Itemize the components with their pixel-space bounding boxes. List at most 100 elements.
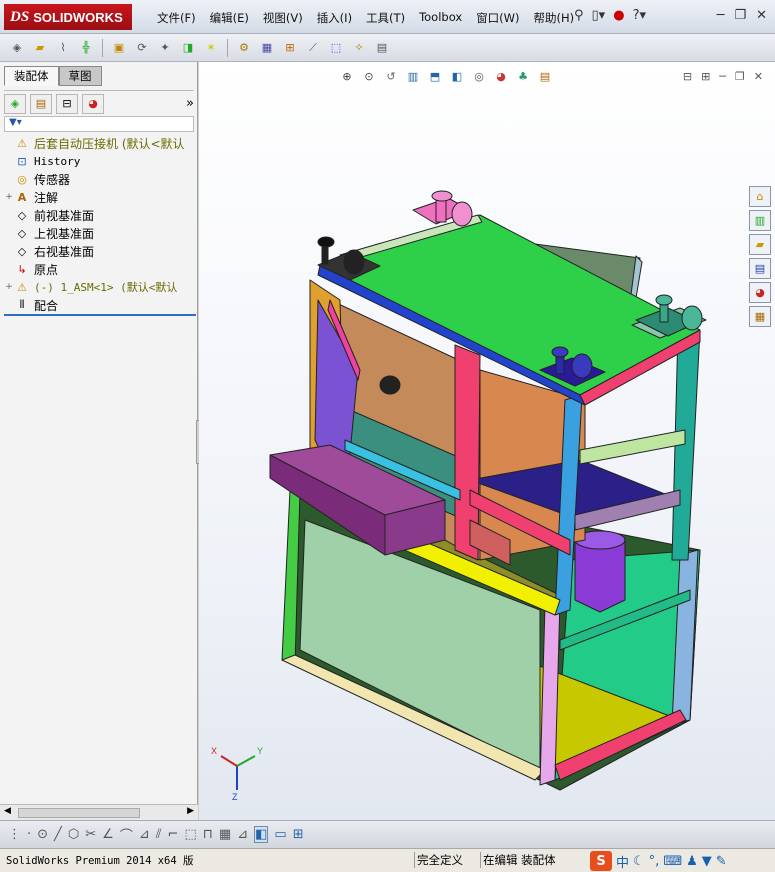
- tree-item-top-plane[interactable]: ◇ 上视基准面: [4, 224, 196, 242]
- scroll-right-icon[interactable]: ▶: [187, 806, 194, 816]
- tree-item-front-plane[interactable]: ◇ 前视基准面: [4, 206, 196, 224]
- shaded-view-icon[interactable]: ◧: [254, 826, 269, 843]
- file-explorer-icon[interactable]: ▰: [749, 234, 771, 255]
- assembly-warning-icon: ⚠: [17, 280, 27, 294]
- tab-sketch[interactable]: 草图: [58, 66, 102, 86]
- single-view-icon[interactable]: ▭: [274, 827, 286, 842]
- menu-edit[interactable]: 编辑(E): [203, 10, 256, 26]
- feature-tree: ⚠ 后套自动压接机 (默认<默认 ⊡ History ◎ 传感器 + A 注解 …: [4, 134, 196, 314]
- horizontal-scrollbar[interactable]: ◀ ▶: [0, 804, 198, 820]
- grid-icon[interactable]: ▦: [219, 827, 231, 842]
- trim-icon[interactable]: ✂: [85, 827, 96, 842]
- filter-field[interactable]: ▼▾: [4, 116, 194, 132]
- menu-window[interactable]: 窗口(W): [469, 10, 526, 26]
- polygon-icon[interactable]: ⬡: [68, 827, 79, 842]
- annotation-icon: A: [17, 190, 27, 204]
- fillet-icon[interactable]: ⌒: [120, 825, 133, 844]
- view-palette-icon[interactable]: ▤: [749, 258, 771, 279]
- minimize-icon[interactable]: ─: [717, 8, 725, 23]
- tree-item-subassembly[interactable]: + ⚠ (-) 1_ASM<1> (默认<默认: [4, 278, 196, 296]
- rebuild-light-icon[interactable]: ●: [613, 8, 624, 23]
- explode-icon[interactable]: ✧: [350, 39, 368, 57]
- design-library-icon[interactable]: ▥: [749, 210, 771, 231]
- component-icon[interactable]: ▣: [110, 39, 128, 57]
- assembly-model[interactable]: [199, 62, 775, 820]
- mates-icon: ⫴: [19, 298, 25, 311]
- punctuation-icon[interactable]: °,: [649, 854, 660, 869]
- menu-tools[interactable]: 工具(T): [359, 10, 412, 26]
- tree-item-mates[interactable]: ⫴ 配合: [4, 296, 196, 314]
- open-icon[interactable]: ▰: [31, 39, 49, 57]
- custom-properties-icon[interactable]: ▦: [749, 306, 771, 327]
- menu-view[interactable]: 视图(V): [256, 10, 310, 26]
- tree-expander[interactable]: +: [4, 192, 14, 202]
- menu-toolbox[interactable]: Toolbox: [412, 10, 469, 26]
- tree-item-annotations[interactable]: + A 注解: [4, 188, 196, 206]
- wrench-icon[interactable]: ✎: [716, 854, 727, 869]
- shirt-icon[interactable]: ▼: [702, 854, 712, 869]
- menu-help[interactable]: 帮助(H): [527, 10, 582, 26]
- plane-icon: ◇: [17, 226, 27, 240]
- smart-fastener-icon[interactable]: ✦: [156, 39, 174, 57]
- hide-show-icon[interactable]: ✶: [202, 39, 220, 57]
- relation-icon[interactable]: ⊿: [237, 827, 248, 842]
- close-icon[interactable]: ✕: [756, 8, 767, 23]
- ime-language[interactable]: 中: [616, 852, 629, 871]
- graphics-area[interactable]: ⊕ ⊙ ↺ ▥ ⬒ ◧ ◎ ◕ ♣ ▤ ⊟ ⊞ ─ ❐ ✕ X Y Z ⌂ ▥ …: [199, 62, 775, 820]
- circle-icon[interactable]: ⊙: [37, 827, 48, 842]
- appearances-icon[interactable]: ◕: [749, 282, 771, 303]
- restore-icon[interactable]: ❐: [734, 8, 746, 23]
- move-component-icon[interactable]: ◨: [179, 39, 197, 57]
- snapshot-icon[interactable]: ▤: [373, 39, 391, 57]
- tree-item-root-assembly[interactable]: ⚠ 后套自动压接机 (默认<默认: [4, 134, 196, 152]
- help-icon[interactable]: ?▾: [633, 8, 646, 23]
- tree-expander[interactable]: +: [4, 282, 14, 292]
- home-icon[interactable]: ⌂: [749, 186, 771, 207]
- user-icon[interactable]: ♟: [686, 854, 698, 869]
- ime-logo-icon[interactable]: S: [590, 851, 612, 871]
- gear-icon[interactable]: ⚙: [235, 39, 253, 57]
- tree-item-sensors[interactable]: ◎ 传感器: [4, 170, 196, 188]
- line-icon[interactable]: ╱: [54, 827, 62, 842]
- paperclip-icon[interactable]: ⌇: [54, 39, 72, 57]
- part-icon[interactable]: ◈: [8, 39, 26, 57]
- triad-y-label: Y: [257, 746, 263, 756]
- corner-icon[interactable]: ⌐: [168, 827, 179, 842]
- assembly-warning-icon: ⚠: [17, 136, 27, 150]
- solidworks-logo[interactable]: DS SOLIDWORKS: [4, 4, 132, 30]
- tab-assembly[interactable]: 装配体: [4, 66, 59, 86]
- property-manager-icon[interactable]: ▤: [30, 93, 52, 114]
- pattern-icon[interactable]: ⟳: [133, 39, 151, 57]
- reference-geometry-icon[interactable]: ⊞: [281, 39, 299, 57]
- angle-icon[interactable]: ∠: [102, 827, 114, 842]
- grip-icon: ⋮: [8, 827, 21, 842]
- dimension-icon[interactable]: ⊓: [203, 827, 213, 842]
- tree-item-origin[interactable]: ↳ 原点: [4, 260, 196, 278]
- point-icon[interactable]: ·: [27, 827, 31, 842]
- tree-item-label: (-) 1_ASM<1> (默认<默认: [34, 281, 178, 294]
- menu-file[interactable]: 文件(F): [150, 10, 203, 26]
- menu-insert[interactable]: 插入(I): [310, 10, 359, 26]
- keyboard-icon[interactable]: ⌨: [663, 854, 682, 869]
- tree-item-right-plane[interactable]: ◇ 右视基准面: [4, 242, 196, 260]
- filter-icon[interactable]: ▼▾: [9, 117, 22, 128]
- pin-icon[interactable]: ⚲: [574, 8, 584, 23]
- configuration-manager-icon[interactable]: ⊟: [56, 93, 78, 114]
- expand-panel-icon[interactable]: »: [186, 96, 194, 111]
- scroll-thumb[interactable]: [18, 808, 140, 818]
- four-view-icon[interactable]: ⊞: [293, 827, 304, 842]
- rectangle-icon[interactable]: ⬚: [184, 827, 196, 842]
- moon-icon[interactable]: ☾: [633, 854, 645, 869]
- appearance-manager-icon[interactable]: ◕: [82, 93, 104, 114]
- sketch-icon[interactable]: ⟋: [304, 39, 322, 57]
- plane-icon: ◇: [17, 244, 27, 258]
- new-document-icon[interactable]: ▯▾: [592, 8, 606, 23]
- offset-icon[interactable]: ⫽: [156, 827, 162, 842]
- mate-icon[interactable]: ╬: [77, 39, 95, 57]
- feature-manager-icon[interactable]: ◈: [4, 93, 26, 114]
- tree-item-history[interactable]: ⊡ History: [4, 152, 196, 170]
- assembly-feature-icon[interactable]: ▦: [258, 39, 276, 57]
- scroll-left-icon[interactable]: ◀: [4, 806, 11, 816]
- interference-icon[interactable]: ⬚: [327, 39, 345, 57]
- chamfer-icon[interactable]: ⊿: [139, 827, 150, 842]
